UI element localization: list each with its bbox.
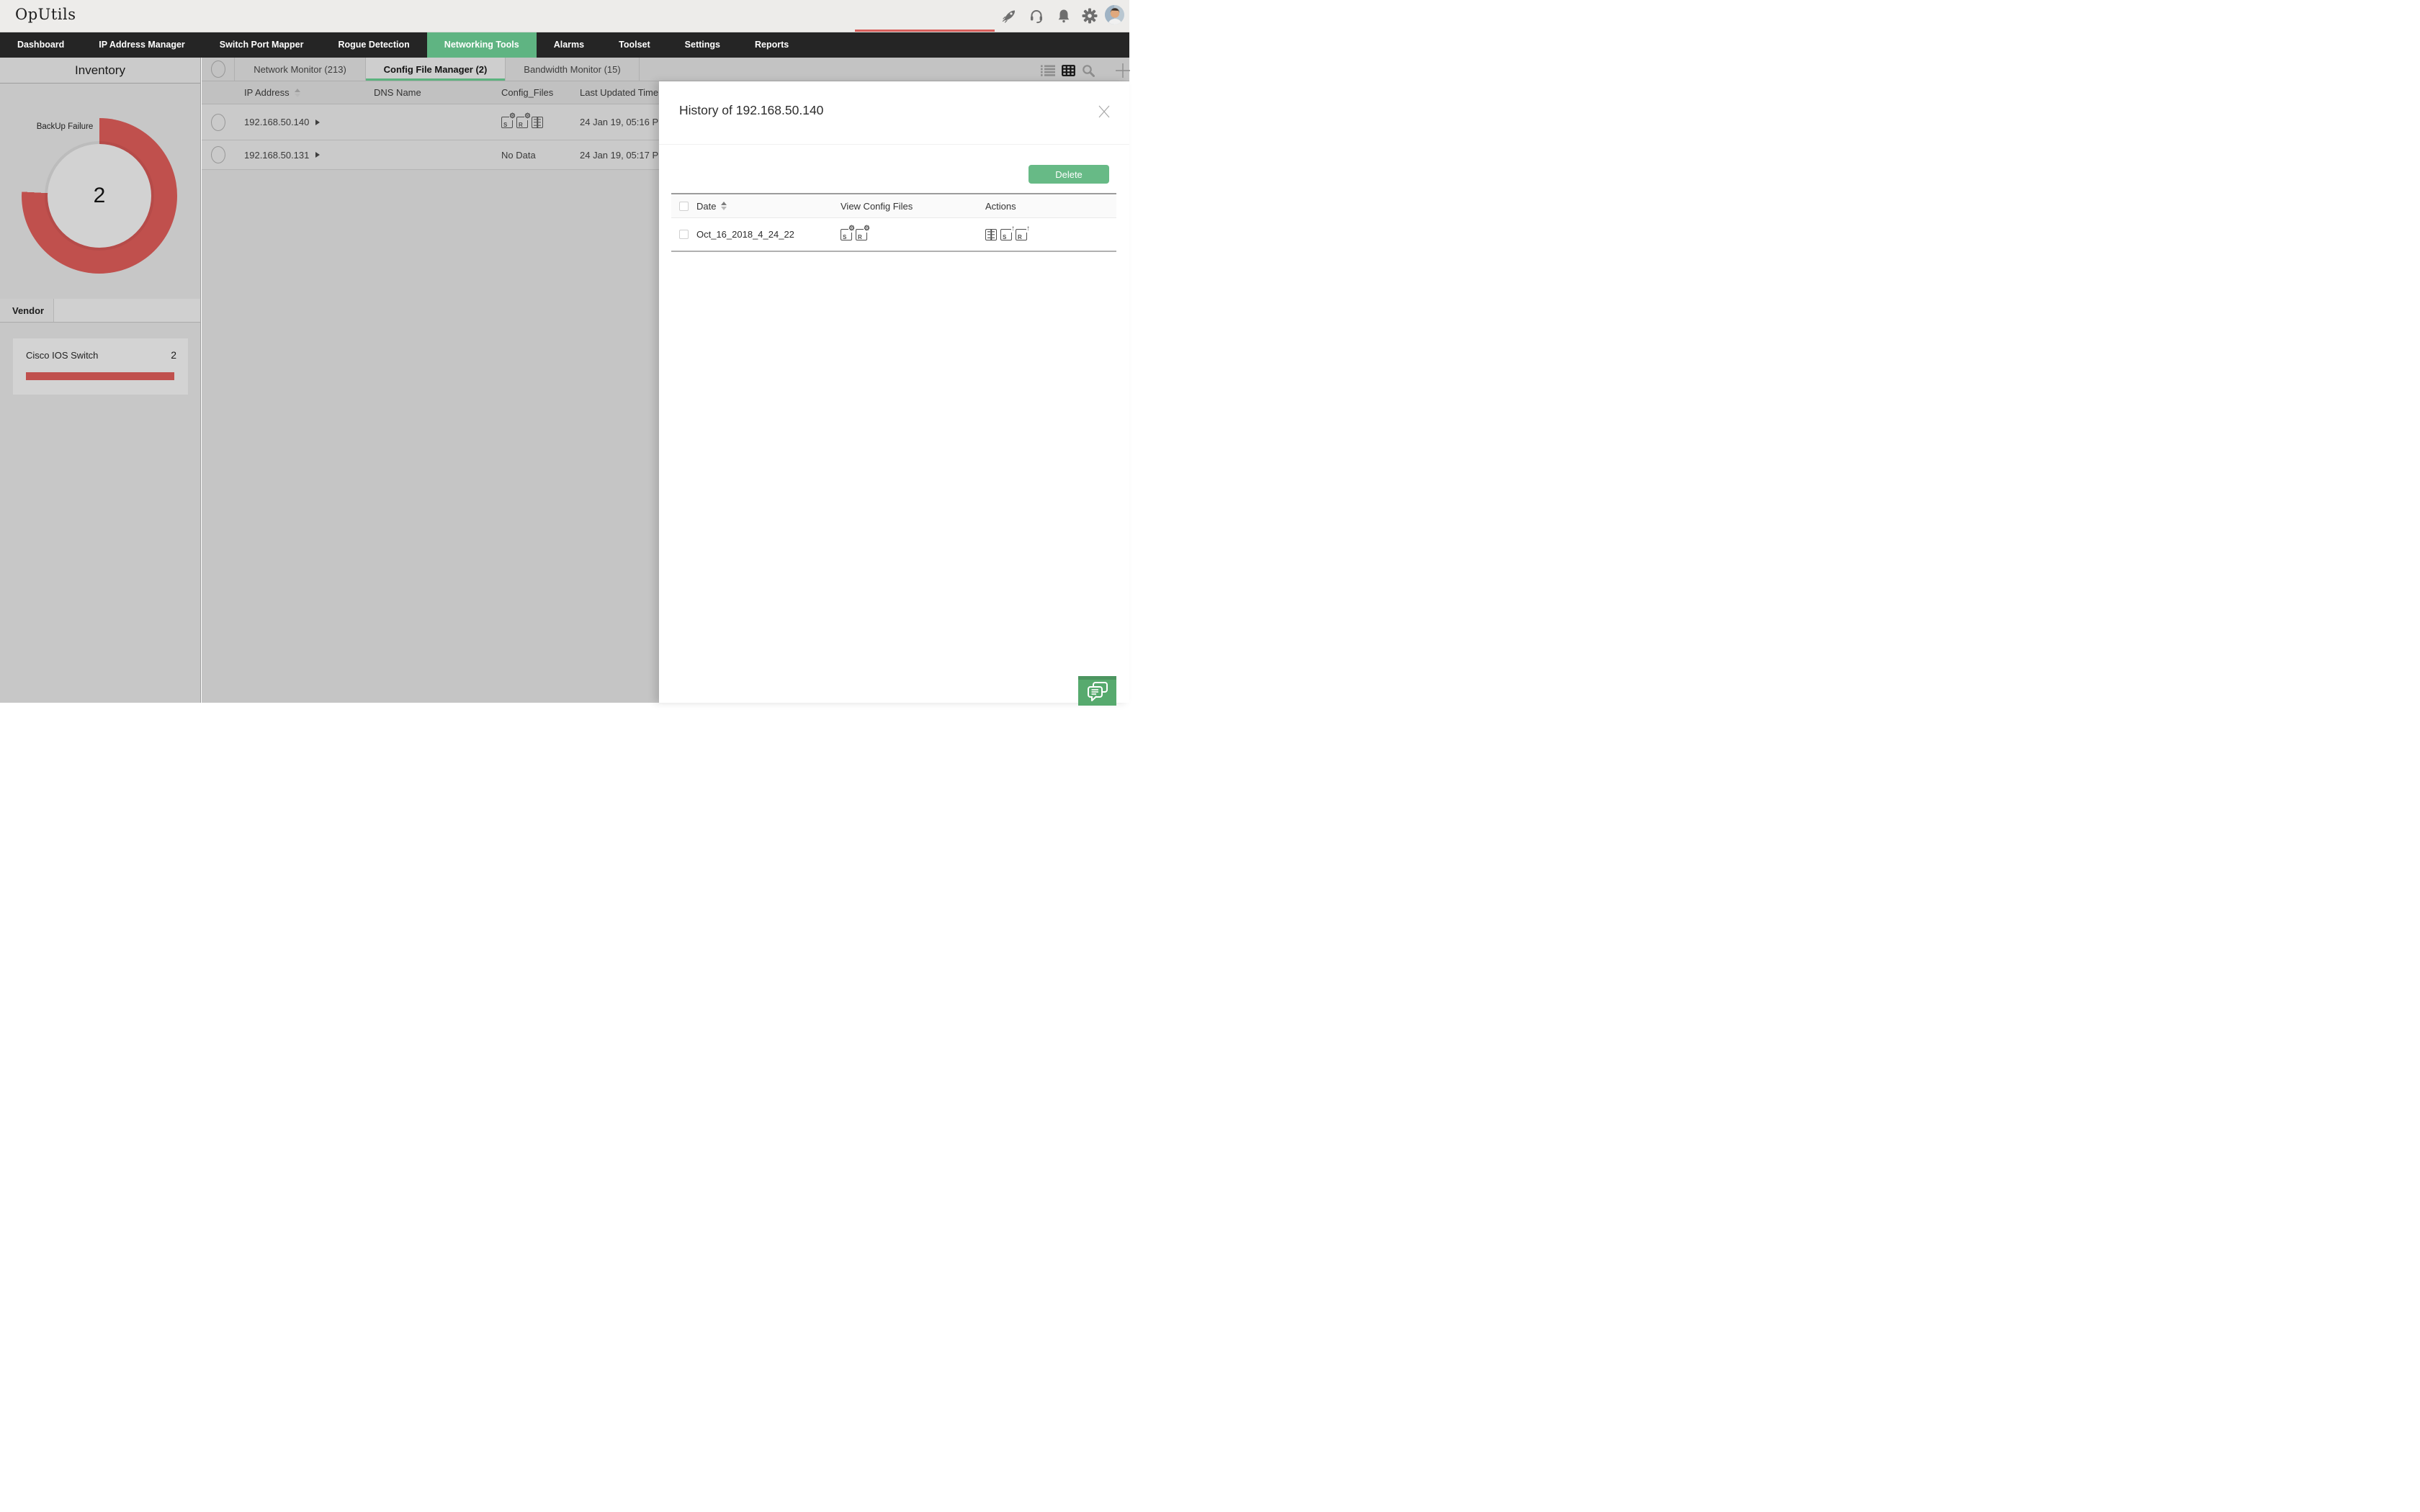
list-view-icon[interactable] xyxy=(1041,65,1055,76)
chat-bubbles-icon xyxy=(1086,681,1109,703)
tab-bandwidth-monitor[interactable]: Bandwidth Monitor (15) xyxy=(506,58,640,81)
header-date: Date xyxy=(696,201,716,212)
accent-underline xyxy=(855,30,995,32)
gear-icon[interactable] xyxy=(1082,8,1098,24)
header-config-files: Config_Files xyxy=(487,87,565,98)
app-logo: OpUtils xyxy=(15,6,76,23)
nav-reports[interactable]: Reports xyxy=(738,32,806,58)
sort-ip-address[interactable] xyxy=(295,89,300,97)
startup-config-icon[interactable]: S⚙ xyxy=(501,117,513,128)
close-icon[interactable] xyxy=(1098,105,1111,118)
vendor-name: Cisco IOS Switch xyxy=(26,350,98,361)
tab-vendor[interactable]: Vendor xyxy=(0,299,54,322)
top-bar: OpUtils xyxy=(0,0,1129,32)
search-icon[interactable] xyxy=(1082,64,1095,77)
row-checkbox[interactable] xyxy=(679,230,689,239)
nav-rogue-detection[interactable]: Rogue Detection xyxy=(321,32,426,58)
grid-view-icon[interactable] xyxy=(1062,65,1075,76)
vendor-tabs-row: Vendor xyxy=(0,299,200,323)
view-toolbar xyxy=(1041,63,1130,78)
select-all-circle[interactable] xyxy=(211,60,225,78)
vendor-card[interactable]: Cisco IOS Switch 2 xyxy=(13,338,188,395)
vendor-bar xyxy=(26,372,174,380)
ip-address: 192.168.50.131 xyxy=(244,150,309,161)
running-config-icon[interactable]: R⚙ xyxy=(856,229,867,240)
expand-caret-icon[interactable] xyxy=(315,152,320,158)
ip-address: 192.168.50.140 xyxy=(244,117,309,127)
bell-icon[interactable] xyxy=(1056,8,1072,24)
header-dns-name: DNS Name xyxy=(360,87,487,98)
history-table: Date View Config Files Actions Oct_16_20… xyxy=(671,193,1116,252)
tab-network-monitor[interactable]: Network Monitor (213) xyxy=(235,58,366,81)
expand-caret-icon[interactable] xyxy=(315,120,320,125)
chat-button[interactable] xyxy=(1078,676,1116,706)
config-files-status: No Data xyxy=(487,150,565,161)
history-table-header: Date View Config Files Actions xyxy=(671,194,1116,218)
vendor-count: 2 xyxy=(171,349,176,361)
row-select-circle[interactable] xyxy=(211,114,225,131)
history-panel: History of 192.168.50.140 Delete Date Vi… xyxy=(659,81,1129,703)
header-actions: Actions xyxy=(980,201,1116,212)
nav-toolset[interactable]: Toolset xyxy=(601,32,668,58)
startup-config-icon[interactable]: S⚙ xyxy=(841,229,852,240)
upload-running-icon[interactable]: R↑ xyxy=(1016,229,1027,240)
tab-config-file-manager[interactable]: Config File Manager (2) xyxy=(366,58,506,81)
backup-failure-chart: BackUp Failure 2 xyxy=(0,84,200,299)
history-row[interactable]: Oct_16_2018_4_24_22 S⚙ R⚙ S↑ R↑ xyxy=(671,218,1116,252)
nav-ip-address-manager[interactable]: IP Address Manager xyxy=(81,32,202,58)
panel-title: History of 192.168.50.140 xyxy=(679,103,823,118)
select-all-checkbox[interactable] xyxy=(679,202,689,211)
donut-segment-backup-failure[interactable]: 2 xyxy=(22,118,177,274)
monitor-tabbar: Network Monitor (213) Config File Manage… xyxy=(202,58,1129,81)
add-icon[interactable] xyxy=(1116,63,1130,78)
config-diff-icon[interactable] xyxy=(985,229,997,240)
user-avatar[interactable] xyxy=(1105,5,1124,24)
donut-value: 2 xyxy=(94,184,106,208)
history-date: Oct_16_2018_4_24_22 xyxy=(696,229,794,240)
header-ip-address: IP Address xyxy=(244,87,290,98)
nav-switch-port-mapper[interactable]: Switch Port Mapper xyxy=(202,32,321,58)
nav-networking-tools[interactable]: Networking Tools xyxy=(427,32,537,58)
sidebar-title: Inventory xyxy=(0,58,200,84)
config-diff-icon[interactable] xyxy=(532,117,543,128)
running-config-icon[interactable]: R⚙ xyxy=(516,117,528,128)
main-nav: Dashboard IP Address Manager Switch Port… xyxy=(0,32,1129,58)
upload-startup-icon[interactable]: S↑ xyxy=(1000,229,1012,240)
nav-dashboard[interactable]: Dashboard xyxy=(0,32,81,58)
nav-alarms[interactable]: Alarms xyxy=(537,32,601,58)
delete-button[interactable]: Delete xyxy=(1028,165,1109,184)
row-select-circle[interactable] xyxy=(211,146,225,163)
nav-settings[interactable]: Settings xyxy=(668,32,738,58)
header-view-config-files: View Config Files xyxy=(835,201,980,212)
inventory-sidebar: Inventory BackUp Failure 2 Vendor Cisco … xyxy=(0,58,201,703)
headset-icon[interactable] xyxy=(1028,8,1044,24)
rocket-icon[interactable] xyxy=(1001,8,1017,24)
sort-date[interactable] xyxy=(721,202,727,210)
